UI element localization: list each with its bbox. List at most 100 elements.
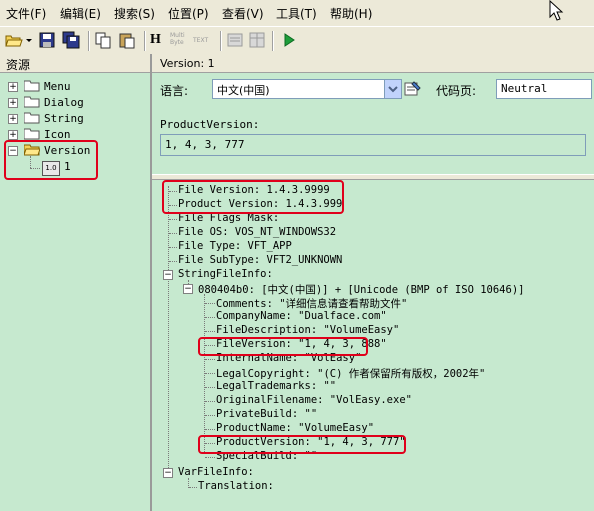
file-version-line: File Version: 1.4.3.9999 <box>178 184 330 196</box>
tree-connector <box>205 303 215 304</box>
menu-view[interactable]: 查看(V) <box>222 5 264 22</box>
file-os-line: File OS: VOS_NT_WINDOWS32 <box>178 226 337 238</box>
open-folder-icon[interactable] <box>5 31 23 49</box>
string-legalcopyright: LegalCopyright: "(C) 作者保留所有版权，2002年" <box>216 368 486 380</box>
folder-icon <box>24 112 40 124</box>
resource-pane-header: 资源 <box>0 54 150 73</box>
menu-bar: 文件(F) 编辑(E) 搜索(S) 位置(P) 查看(V) 工具(T) 帮助(H… <box>0 0 594 26</box>
text-button[interactable]: TEXT <box>193 37 215 55</box>
tree-connector <box>30 168 40 169</box>
toolbar-separator <box>220 31 222 51</box>
productversion-input[interactable]: 1, 4, 3, 777 <box>160 134 586 156</box>
tree-connector <box>205 443 215 444</box>
string-internalname: InternalName: "VolEasy" <box>216 352 362 364</box>
paste-icon[interactable] <box>118 31 136 49</box>
expand-icon[interactable]: + <box>8 82 18 92</box>
tree-connector <box>205 359 215 360</box>
resource-tree-pane: 资源 + Menu + Dialog + String + Icon − Ver… <box>0 54 152 511</box>
varfileinfo-node[interactable]: VarFileInfo: <box>178 466 254 478</box>
tree-connector <box>169 191 177 192</box>
tree-connector <box>205 317 215 318</box>
collapse-icon[interactable]: − <box>163 270 173 280</box>
tree-item-version-1[interactable]: 1 <box>64 160 71 173</box>
menu-file[interactable]: 文件(F) <box>6 5 46 22</box>
toolbar-separator <box>272 31 274 51</box>
string-comments: Comments: "详细信息请查看帮助文件" <box>216 298 408 310</box>
version-pane-title: Version: 1 <box>160 57 215 70</box>
header-view-button[interactable]: H <box>150 32 168 50</box>
tree-connector <box>205 429 215 430</box>
version-resource-icon: 1.0 <box>42 161 60 176</box>
tree-connector <box>169 219 177 220</box>
menu-search[interactable]: 搜索(S) <box>114 5 155 22</box>
menu-tools[interactable]: 工具(T) <box>276 5 317 22</box>
language-settings-icon[interactable] <box>404 80 422 98</box>
string-originalfilename: OriginalFilename: "VolEasy.exe" <box>216 394 412 406</box>
dropdown-arrow-icon[interactable] <box>26 39 32 43</box>
string-companyname: CompanyName: "Dualface.com" <box>216 310 387 322</box>
tree-item-string[interactable]: String <box>44 112 84 125</box>
file-subtype-line: File SubType: VFT2_UNKNOWN <box>178 254 343 266</box>
string-fileversion: FileVersion: "1, 4, 3, 888" <box>216 338 387 350</box>
folder-icon <box>24 96 40 108</box>
string-productname: ProductName: "VolumeEasy" <box>216 422 375 434</box>
tree-connector <box>189 487 197 488</box>
tree-connector <box>205 345 215 346</box>
expand-icon[interactable]: + <box>8 130 18 140</box>
tree-connector <box>204 294 205 454</box>
string-legaltrademarks: LegalTrademarks: "" <box>216 380 337 392</box>
menu-edit[interactable]: 编辑(E) <box>60 5 101 22</box>
tree-connector <box>205 401 215 402</box>
tree-connector <box>169 233 177 234</box>
productversion-value: 1, 4, 3, 777 <box>165 138 245 151</box>
expand-icon[interactable]: + <box>8 98 18 108</box>
chevron-down-icon[interactable] <box>384 80 401 98</box>
tree-connector <box>30 156 31 168</box>
stringfileinfo-node[interactable]: StringFileInfo: <box>178 268 273 280</box>
multibyte-button[interactable]: Multi Byte <box>170 32 192 50</box>
tree-item-menu[interactable]: Menu <box>44 80 71 93</box>
tree-connector <box>205 331 215 332</box>
codepage-label: 代码页: <box>436 84 477 98</box>
file-type-line: File Type: VFT_APP <box>178 240 292 252</box>
language-select[interactable]: 中文(中国) <box>212 79 402 99</box>
string-privatebuild: PrivateBuild: "" <box>216 408 318 420</box>
language-label: 语言: <box>160 84 189 98</box>
save-icon[interactable] <box>38 31 56 49</box>
copy-icon[interactable] <box>94 31 112 49</box>
open-folder-icon <box>24 144 40 156</box>
run-icon[interactable] <box>280 31 298 49</box>
string-filedescription: FileDescription: "VolumeEasy" <box>216 324 400 336</box>
string-block-node[interactable]: 080404b0: [中文(中国)] + [Unicode (BMP of IS… <box>198 282 524 297</box>
translation-node: Translation: <box>198 480 274 492</box>
tree-connector <box>169 261 177 262</box>
file-flags-mask-line: File Flags Mask: <box>178 212 280 224</box>
productversion-label: ProductVersion: <box>160 118 260 131</box>
product-version-line: Product Version: 1.4.3.999 <box>178 198 343 210</box>
save-all-icon[interactable] <box>62 31 80 49</box>
expand-icon[interactable]: + <box>8 114 18 124</box>
tree-item-dialog[interactable]: Dialog <box>44 96 84 109</box>
tree-connector <box>205 415 215 416</box>
menu-help[interactable]: 帮助(H) <box>330 5 372 22</box>
grid-icon[interactable] <box>248 31 266 49</box>
string-specialbuild: SpecialBuild: "" <box>216 450 318 462</box>
tree-connector <box>205 457 215 458</box>
codepage-value: Neutral <box>501 82 548 95</box>
tree-connector <box>169 247 177 248</box>
codepage-select[interactable]: Neutral <box>496 79 592 99</box>
properties-icon[interactable] <box>226 31 244 49</box>
toolbar-separator <box>88 31 90 51</box>
collapse-icon[interactable]: − <box>163 468 173 478</box>
tree-connector <box>205 373 215 374</box>
folder-icon <box>24 80 40 92</box>
resource-pane-title: 资源 <box>6 58 31 72</box>
collapse-icon[interactable]: − <box>183 284 193 294</box>
language-value: 中文(中国) <box>217 84 270 97</box>
tree-item-version[interactable]: Version <box>44 144 90 157</box>
folder-icon <box>24 128 40 140</box>
menu-position[interactable]: 位置(P) <box>168 5 209 22</box>
version-detail-tree: File Version: 1.4.3.9999 Product Version… <box>152 180 594 511</box>
collapse-icon[interactable]: − <box>8 146 18 156</box>
tree-item-icon[interactable]: Icon <box>44 128 71 141</box>
